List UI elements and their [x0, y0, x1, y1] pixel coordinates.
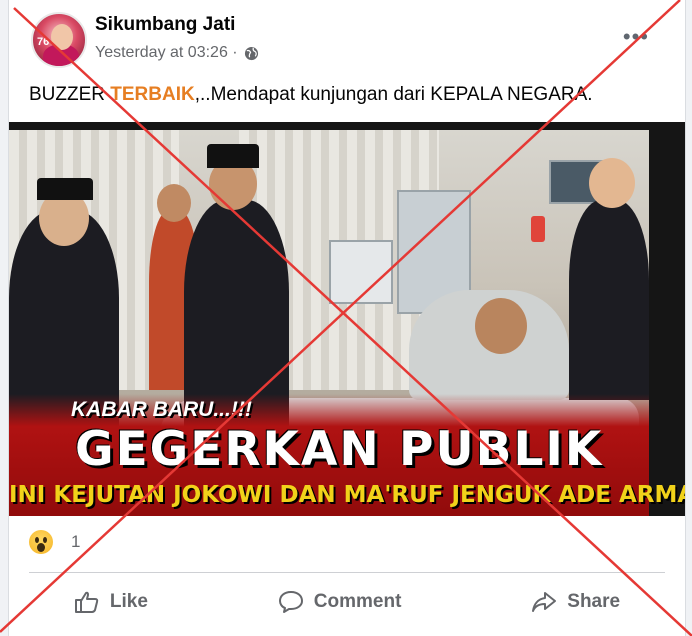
thumbs-up-icon [74, 591, 99, 613]
post-actions: Like Comment Share [9, 580, 685, 624]
comment-label: Comment [313, 591, 402, 612]
post-card: 76 Sikumbang Jati Yesterday at 03:26 · •… [8, 0, 686, 636]
reactions-summary[interactable]: 1 [29, 530, 80, 554]
share-button[interactable]: Share [531, 590, 620, 614]
more-options-icon[interactable]: ••• [623, 24, 649, 50]
avatar-face [51, 24, 73, 50]
wow-reaction-icon [29, 530, 53, 554]
person-right [569, 200, 649, 400]
like-button[interactable]: Like [74, 590, 148, 614]
author-avatar[interactable]: 76 [31, 12, 87, 68]
reaction-count: 1 [71, 532, 81, 551]
person-left-cap [37, 178, 93, 200]
phone-in-hand [531, 216, 545, 242]
post-caption: BUZZER TERBAIK,..Mendapat kunjungan dari… [29, 84, 593, 106]
caption-prefix: BUZZER [29, 84, 111, 105]
post-meta: Yesterday at 03:26 · [95, 44, 259, 62]
action-divider [29, 572, 665, 573]
post-image[interactable]: KABAR BARU...!!! GEGERKAN PUBLIK INI KEJ… [9, 122, 685, 516]
banner-subline: INI KEJUTAN JOKOWI DAN MA'RUF JENGUK ADE… [9, 482, 685, 508]
caption-suffix: ,..Mendapat kunjungan dari KEPALA NEGARA… [194, 84, 593, 105]
author-name[interactable]: Sikumbang Jati [95, 14, 235, 36]
share-icon [532, 592, 557, 612]
patient-head [475, 298, 527, 354]
like-label: Like [109, 591, 148, 612]
comment-button[interactable]: Comment [278, 590, 402, 614]
caption-highlight: TERBAIK [110, 84, 195, 105]
globe-icon[interactable] [244, 46, 259, 61]
comment-icon [278, 591, 303, 613]
banner-headline: GEGERKAN PUBLIK [75, 422, 604, 477]
medical-device [329, 240, 393, 304]
post-timestamp[interactable]: Yesterday at 03:26 · [95, 44, 238, 62]
share-label: Share [567, 591, 621, 612]
person-right-head [589, 158, 635, 208]
person-center-cap [207, 144, 259, 168]
avatar-badge: 76 [37, 36, 50, 48]
person-background-head [157, 184, 191, 222]
banner-kicker: KABAR BARU...!!! [71, 398, 252, 421]
